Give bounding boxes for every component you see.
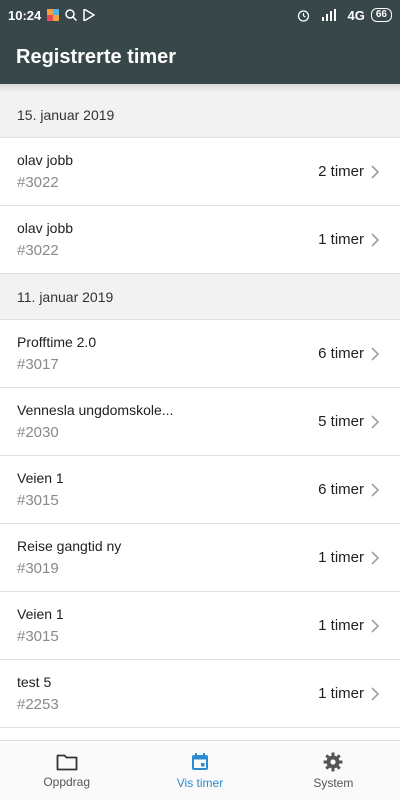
list-item[interactable]: Reise gangtid ny #3019 1 timer (0, 524, 400, 592)
tab-vis-timer[interactable]: Vis timer (133, 741, 266, 800)
job-name: Veien 1 (17, 470, 64, 486)
network-type: 4G (347, 7, 365, 23)
job-hours: 6 timer (318, 345, 364, 362)
job-code: #2253 (17, 696, 59, 713)
gallery-icon (47, 9, 60, 21)
job-hours: 5 timer (318, 413, 364, 430)
job-name: Reise gangtid ny (17, 538, 122, 554)
status-time: 10:24 (8, 7, 42, 23)
section-header: 11. januar 2019 (0, 274, 400, 320)
list-item[interactable]: olav jobb #3022 2 timer (0, 138, 400, 206)
chevron-right-icon (371, 618, 380, 633)
job-name: test 5 (17, 674, 52, 690)
chevron-right-icon (371, 686, 380, 701)
job-name: Veien 1 (17, 606, 64, 622)
tab-label: Vis timer (176, 775, 224, 790)
list-item[interactable]: olav jobb #3022 1 timer (0, 206, 400, 274)
status-bar: 10:24 4G 66 (0, 0, 400, 30)
job-hours: 2 timer (318, 163, 364, 180)
job-code: #3015 (17, 492, 59, 509)
folder-icon (56, 754, 78, 770)
search-icon (65, 9, 78, 21)
page-title: Registrerte timer (16, 45, 177, 68)
job-code: #3015 (17, 628, 59, 645)
job-hours: 1 timer (318, 231, 364, 248)
timer-list[interactable]: 15. januar 2019 olav jobb #3022 2 timer … (0, 92, 400, 740)
job-hours: 1 timer (318, 549, 364, 566)
chevron-right-icon (371, 164, 380, 179)
job-code: #2030 (17, 424, 59, 441)
chevron-right-icon (371, 346, 380, 361)
job-code: #3022 (17, 242, 59, 259)
list-item[interactable]: Veien 1 #3015 6 timer (0, 456, 400, 524)
job-code: #3019 (17, 560, 59, 577)
battery-indicator: 66 (370, 8, 392, 22)
job-name: olav jobb (17, 152, 74, 168)
tab-oppdrag[interactable]: Oppdrag (0, 741, 133, 800)
calendar-icon (191, 752, 208, 770)
bottom-nav: Oppdrag Vis timer System (0, 740, 400, 800)
list-item[interactable]: Profftime 2.0 #3017 6 timer (0, 320, 400, 388)
job-name: olav jobb (17, 220, 74, 236)
signal-icon (321, 9, 336, 21)
app-bar-shadow (0, 84, 400, 92)
tab-system[interactable]: System (267, 741, 400, 800)
list-item[interactable]: test 5 #2253 1 timer (0, 660, 400, 728)
job-code: #3017 (17, 356, 59, 373)
job-hours: 1 timer (318, 685, 364, 702)
gear-icon (323, 752, 343, 771)
job-name: Profftime 2.0 (17, 334, 97, 350)
chevron-right-icon (371, 414, 380, 429)
list-item[interactable]: Vennesla ungdomskole... #2030 5 timer (0, 388, 400, 456)
section-date: 11. januar 2019 (17, 288, 114, 305)
chevron-right-icon (371, 550, 380, 565)
job-code: #3022 (17, 174, 59, 191)
section-header: 15. januar 2019 (0, 92, 400, 138)
play-store-icon (83, 9, 96, 21)
section-date: 15. januar 2019 (17, 106, 115, 123)
list-item[interactable]: Veien 1 #3015 1 timer (0, 592, 400, 660)
chevron-right-icon (371, 482, 380, 497)
chevron-right-icon (371, 232, 380, 247)
tab-label: Oppdrag (43, 774, 91, 789)
tab-label: System (313, 775, 354, 790)
job-hours: 1 timer (318, 617, 364, 634)
alarm-icon (297, 9, 310, 22)
job-hours: 6 timer (318, 481, 364, 498)
app-bar: Registrerte timer (0, 30, 400, 84)
job-name: Vennesla ungdomskole... (17, 402, 174, 418)
